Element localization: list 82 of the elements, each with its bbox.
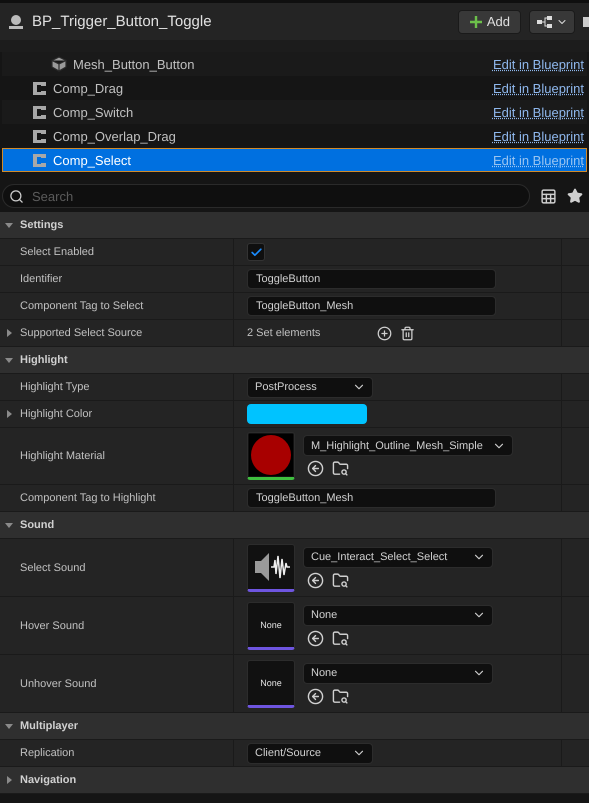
- toolbar-edge: [583, 16, 589, 26]
- tree-row[interactable]: Mesh_Button_Button Edit in Blueprint: [2, 52, 587, 76]
- section-header[interactable]: Multiplayer: [0, 713, 589, 740]
- text-field[interactable]: ToggleButton_Mesh: [247, 296, 496, 316]
- property-label: Identifier: [20, 273, 62, 285]
- back-arrow-icon[interactable]: [307, 688, 324, 704]
- edit-link[interactable]: Edit in Blueprint: [492, 80, 584, 96]
- star-icon[interactable]: [567, 188, 583, 204]
- search-field[interactable]: Search: [2, 184, 530, 208]
- tree-row[interactable]: Comp_Select Edit in Blueprint: [2, 148, 587, 172]
- expand-arrow-icon[interactable]: [4, 775, 14, 785]
- checkbox[interactable]: [247, 243, 265, 261]
- component-icon: [32, 128, 47, 144]
- set-count: 2 Set elements: [247, 327, 322, 339]
- edit-link[interactable]: Edit in Blueprint: [492, 128, 584, 144]
- property-label: Highlight Color: [20, 408, 92, 420]
- component-icon: [32, 104, 47, 120]
- property-label: Supported Select Source: [20, 327, 142, 339]
- expand-arrow-icon[interactable]: [4, 409, 14, 419]
- tree-label: Mesh_Button_Button: [73, 56, 196, 72]
- tree-label: Comp_Switch: [53, 104, 134, 120]
- collapse-arrow-icon[interactable]: [4, 355, 14, 365]
- section-header[interactable]: Highlight: [0, 347, 589, 374]
- text-field[interactable]: ToggleButton_Mesh: [247, 488, 496, 508]
- property-label: Select Sound: [20, 562, 86, 574]
- thumbnail-label: None: [260, 678, 282, 688]
- folder-search-icon[interactable]: [332, 688, 349, 704]
- asset-dropdown[interactable]: None: [303, 662, 493, 684]
- cube-icon: [51, 56, 67, 72]
- tree-label: Comp_Overlap_Drag: [53, 128, 177, 144]
- dropdown[interactable]: Client/Source: [247, 742, 373, 764]
- text-field[interactable]: ToggleButton: [247, 269, 496, 289]
- asset-thumbnail[interactable]: None: [247, 602, 295, 650]
- property-label: Hover Sound: [20, 620, 84, 632]
- asset-dropdown[interactable]: None: [303, 604, 493, 626]
- hierarchy-icon: [536, 16, 552, 28]
- tree-label: Comp_Select: [53, 152, 132, 168]
- asset-thumbnail[interactable]: [247, 544, 295, 592]
- property-label: Highlight Type: [20, 381, 90, 393]
- search-input[interactable]: Search: [30, 188, 523, 204]
- asset-thumbnail[interactable]: [247, 432, 295, 480]
- section-header[interactable]: Navigation: [0, 767, 589, 794]
- asset-dropdown[interactable]: M_Highlight_Outline_Mesh_Simple: [303, 435, 513, 456]
- asset-dropdown[interactable]: Cue_Interact_Select_Select: [303, 546, 493, 568]
- component-icon: [32, 152, 47, 168]
- edit-link[interactable]: Edit in Blueprint: [492, 104, 584, 120]
- section-header[interactable]: Sound: [0, 512, 589, 539]
- edit-link[interactable]: Edit in Blueprint: [492, 56, 584, 72]
- property-label: Select Enabled: [20, 246, 94, 258]
- search-icon: [9, 188, 24, 204]
- folder-search-icon[interactable]: [332, 572, 349, 588]
- property-label: Component Tag to Select: [20, 300, 144, 312]
- property-label: Unhover Sound: [20, 678, 96, 690]
- component-icon: [32, 80, 47, 96]
- back-arrow-icon[interactable]: [307, 630, 324, 646]
- section-header[interactable]: Settings: [0, 212, 589, 239]
- pawn-icon: [8, 14, 24, 30]
- collapse-arrow-icon[interactable]: [4, 220, 14, 230]
- dropdown[interactable]: PostProcess: [247, 376, 373, 398]
- back-arrow-icon[interactable]: [307, 572, 324, 588]
- folder-search-icon[interactable]: [332, 460, 349, 477]
- window-title: BP_Trigger_Button_Toggle: [32, 13, 213, 30]
- table-icon[interactable]: [540, 188, 557, 204]
- trash-icon[interactable]: [400, 326, 415, 340]
- hierarchy-button[interactable]: [529, 10, 575, 34]
- color-swatch[interactable]: [247, 404, 367, 424]
- thumbnail-label: None: [260, 620, 282, 630]
- add-button[interactable]: Add: [458, 10, 521, 34]
- check-icon: [250, 246, 262, 258]
- tree-label: Comp_Drag: [53, 80, 124, 96]
- back-arrow-icon[interactable]: [307, 460, 324, 477]
- asset-thumbnail[interactable]: None: [247, 660, 295, 708]
- property-label: Replication: [20, 747, 74, 759]
- collapse-arrow-icon[interactable]: [4, 721, 14, 731]
- add-icon[interactable]: [377, 326, 392, 340]
- property-label: Highlight Material: [20, 450, 105, 462]
- property-label: Component Tag to Highlight: [20, 492, 156, 504]
- tree-row[interactable]: Comp_Switch Edit in Blueprint: [2, 100, 587, 124]
- folder-search-icon[interactable]: [332, 630, 349, 646]
- expand-arrow-icon[interactable]: [4, 328, 14, 338]
- plus-icon: [468, 14, 483, 28]
- collapse-arrow-icon[interactable]: [4, 520, 14, 530]
